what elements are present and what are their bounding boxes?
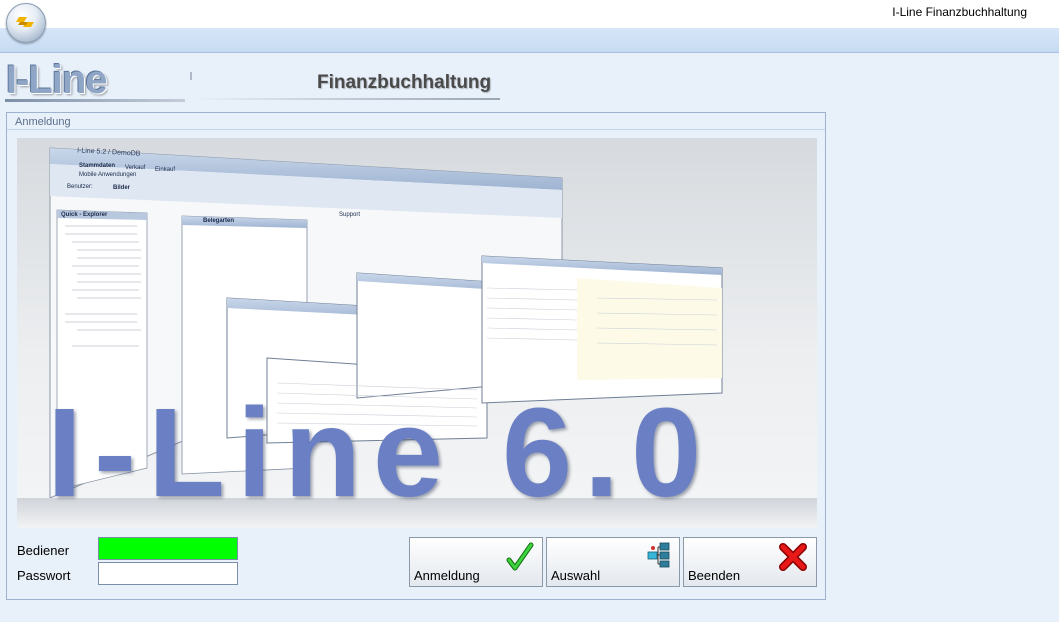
splash-info-user-value: Bilder: [113, 185, 131, 191]
window-title: I-Line Finanzbuchhaltung: [892, 5, 1027, 19]
login-button-label: Anmeldung: [414, 568, 480, 583]
title-bar: I-Line Finanzbuchhaltung: [0, 0, 1059, 28]
network-icon: [647, 542, 671, 572]
splash-image: I-Line 5.2 / DemoDB Stammdaten Verkauf E…: [17, 138, 817, 528]
splash-menu-einkauf: Einkauf: [155, 167, 176, 173]
operator-field[interactable]: [98, 537, 238, 560]
splash-info-user: Benutzer:: [67, 184, 93, 190]
login-group: Anmeldung I-Line 5.2 / DemoDB Stammdaten…: [6, 112, 826, 600]
splash-submenu-mobile: Mobile Anwendungen: [79, 172, 137, 178]
exit-button[interactable]: Beenden: [683, 537, 817, 587]
app-logo-icon: [16, 17, 34, 27]
splash-beleg-title: Belegarten: [203, 218, 235, 224]
group-title: Anmeldung: [15, 116, 71, 128]
application-menu-button[interactable]: [6, 3, 46, 43]
ribbon-bar: [0, 28, 1059, 53]
splash-menu-stammdaten: Stammdaten: [79, 163, 116, 169]
splash-menu-verkauf: Verkauf: [125, 165, 146, 171]
group-separator: [7, 129, 825, 130]
exit-button-label: Beenden: [688, 568, 741, 583]
product-name: Finanzbuchhaltung: [317, 72, 492, 93]
header-underline: [190, 98, 500, 100]
select-button-label: Auswahl: [551, 568, 601, 583]
checkmark-icon: [506, 542, 534, 578]
password-label: Passwort: [17, 568, 71, 583]
header-divider: [190, 72, 192, 80]
splash-explorer-title: Quick - Explorer: [61, 212, 108, 218]
splash-support-label: Support: [339, 212, 361, 218]
splash-banner-text: I-Line 6.0: [47, 382, 714, 523]
logo-underline: [5, 99, 185, 102]
red-x-icon: [778, 542, 808, 576]
login-button[interactable]: Anmeldung: [409, 537, 543, 587]
password-field[interactable]: [98, 562, 238, 585]
operator-label: Bediener: [17, 543, 70, 558]
logo-text: I-Line: [6, 58, 108, 102]
select-button[interactable]: Auswahl: [546, 537, 680, 587]
